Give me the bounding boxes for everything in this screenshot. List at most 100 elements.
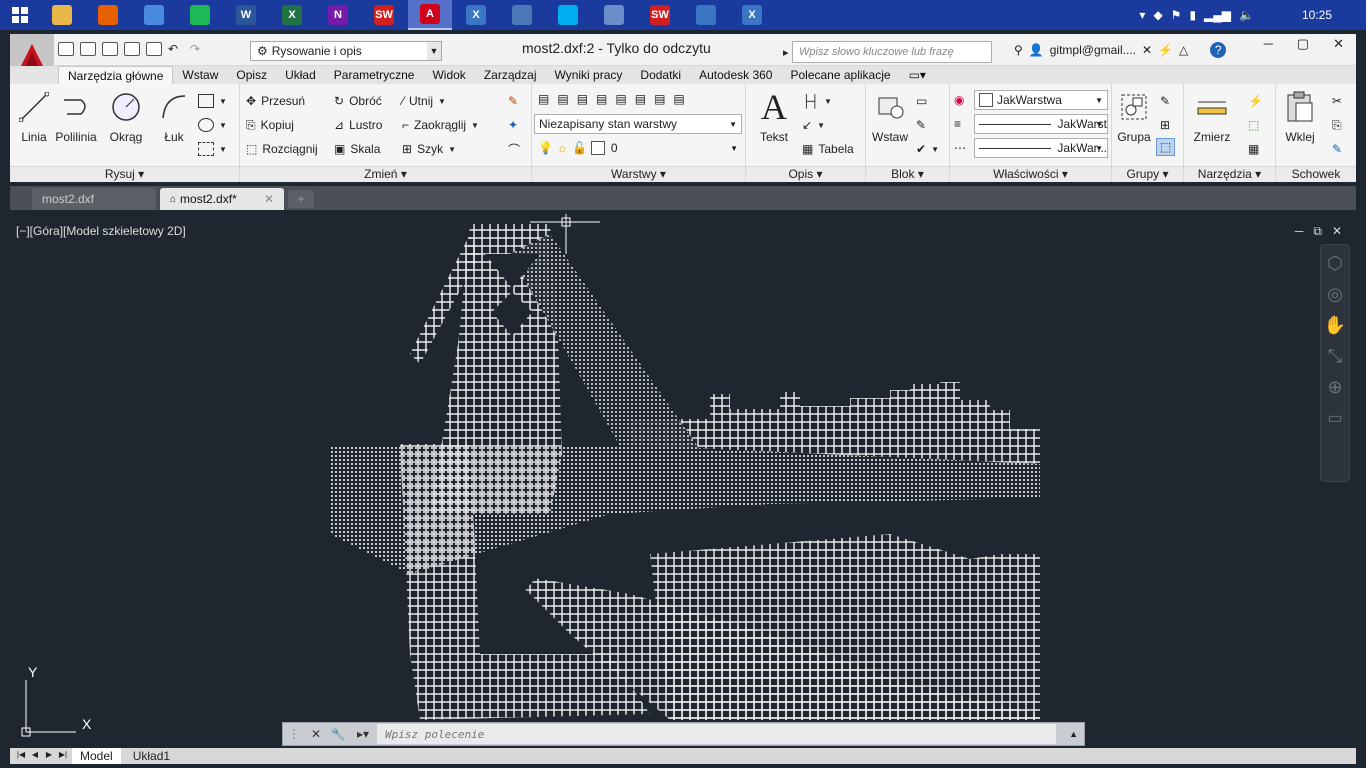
match-prop-tool[interactable]: ✎ xyxy=(1332,140,1342,158)
layer-properties-icon[interactable]: ▤ xyxy=(538,92,549,106)
close-window-button[interactable]: ✕ xyxy=(1333,36,1344,52)
line-tool[interactable]: Linia xyxy=(14,90,54,144)
help-icon[interactable]: ? xyxy=(1210,42,1227,58)
redo-icon[interactable]: ↷ xyxy=(190,42,206,56)
volume-icon[interactable]: 🔈 xyxy=(1239,8,1254,22)
last-layout-icon[interactable]: ▶| xyxy=(58,750,68,762)
new-tab-button[interactable]: + xyxy=(288,190,314,208)
taskbar-app-autocad[interactable]: A xyxy=(408,0,452,30)
tab-layout1[interactable]: Układ1 xyxy=(125,748,178,764)
insert-block-tool[interactable]: Wstaw xyxy=(870,90,910,144)
lineweight-dropdown[interactable]: JakWar... ▼ xyxy=(974,138,1108,158)
layer-state-icon[interactable]: ▤ xyxy=(557,92,568,106)
ribbon-tab-4[interactable]: Parametryczne xyxy=(325,66,424,84)
taskbar-app-firefox[interactable] xyxy=(86,0,130,30)
text-tool[interactable]: A Tekst xyxy=(754,87,794,144)
help-search-input[interactable]: ▸ Wpisz słowo kluczowe lub frazę xyxy=(783,41,992,63)
taskbar-app-solidworks[interactable]: SW xyxy=(362,0,406,30)
taskbar-app-notes[interactable] xyxy=(500,0,544,30)
autodesk-icon[interactable]: △ xyxy=(1179,43,1188,57)
taskbar-app-remote[interactable] xyxy=(684,0,728,30)
layer-previous-icon[interactable]: ▤ xyxy=(673,92,684,106)
layer-freeze-icon[interactable]: ▤ xyxy=(615,92,626,106)
properties-panel-title[interactable]: Właściwości ▾ xyxy=(950,166,1111,182)
taskbar-app-solidworks2[interactable]: SW xyxy=(638,0,682,30)
ribbon-tab-9[interactable]: Autodesk 360 xyxy=(690,66,781,84)
circle-tool[interactable]: Okrąg xyxy=(106,90,146,144)
ribbon-tab-0[interactable]: Narzędzia główne xyxy=(58,66,174,84)
minimize-button[interactable]: ─ xyxy=(1264,36,1273,52)
layer-off-icon[interactable]: ▤ xyxy=(596,92,607,106)
annotation-panel-title[interactable]: Opis ▾ xyxy=(746,166,865,182)
group-tool[interactable]: Grupa xyxy=(1114,90,1154,144)
save-icon[interactable] xyxy=(102,42,118,56)
color-dropdown[interactable]: JakWarstwa ▼ xyxy=(974,90,1108,110)
attribute-tool[interactable]: ✔ ▼ xyxy=(916,140,939,158)
expand-arrow-icon[interactable]: ▸ xyxy=(783,46,789,59)
lineweight-tool[interactable]: ≡ xyxy=(954,115,961,133)
save-as-icon[interactable] xyxy=(124,42,140,56)
command-input[interactable]: Wpisz polecenie xyxy=(377,724,1056,744)
chevron-up-icon[interactable]: ▲ xyxy=(1069,729,1078,739)
print-icon[interactable] xyxy=(146,42,162,56)
ribbon-tab-1[interactable]: Wstaw xyxy=(173,66,227,84)
layer-state-dropdown[interactable]: Niezapisany stan warstwy ▼ xyxy=(534,114,742,134)
scale-tool[interactable]: ▣ Skala xyxy=(334,140,380,158)
taskbar-app-excel[interactable]: X xyxy=(270,0,314,30)
ribbon-tab-7[interactable]: Wyniki pracy xyxy=(546,66,632,84)
steering-wheel-icon[interactable]: ◎ xyxy=(1321,284,1349,305)
orbit-icon[interactable]: ⊕ xyxy=(1321,377,1349,398)
boundary-tool[interactable]: ▼ xyxy=(198,140,227,158)
ribbon-tab-3[interactable]: Układ xyxy=(276,66,325,84)
ribbon-tab-5[interactable]: Widok xyxy=(423,66,474,84)
ribbon-tab-6[interactable]: Zarządzaj xyxy=(475,66,546,84)
showmotion-icon[interactable]: ▭ xyxy=(1321,408,1349,428)
clock[interactable]: 10:25 xyxy=(1302,8,1332,22)
mirror-tool[interactable]: ⊿ Lustro xyxy=(334,116,382,134)
taskbar-app-book[interactable] xyxy=(592,0,636,30)
taskbar-app-app-x1[interactable]: X xyxy=(454,0,498,30)
cut-tool[interactable]: ✂ xyxy=(1332,92,1342,110)
modify-panel-title[interactable]: Zmień ▾ xyxy=(240,166,531,182)
file-tab-most2[interactable]: most2.dxf xyxy=(32,188,156,210)
edit-block-tool[interactable]: ✎ xyxy=(916,116,926,134)
open-file-icon[interactable] xyxy=(80,42,96,56)
prev-layout-icon[interactable]: ◀ xyxy=(30,750,40,762)
taskbar-app-word[interactable]: W xyxy=(224,0,268,30)
offset-tool[interactable]: ⌒ xyxy=(508,140,520,158)
new-file-icon[interactable] xyxy=(58,42,74,56)
file-tab-most2-modified[interactable]: ⌂ most2.dxf* ✕ xyxy=(160,188,284,210)
taskbar-app-spotify[interactable] xyxy=(178,0,222,30)
leader-tool[interactable]: ↙ ▼ xyxy=(802,116,825,134)
next-layout-icon[interactable]: ▶ xyxy=(44,750,54,762)
arc-tool[interactable]: Łuk xyxy=(154,90,194,144)
close-tab-icon[interactable]: ✕ xyxy=(264,192,274,206)
groups-panel-title[interactable]: Grupy ▾ xyxy=(1112,166,1183,182)
drawing-canvas[interactable]: [−][Góra][Model szkieletowy 2D] ─ ⧉ ✕ Y … xyxy=(10,214,1356,746)
block-panel-title[interactable]: Blok ▾ xyxy=(866,166,949,182)
layer-isolate-icon[interactable]: ▤ xyxy=(577,92,588,106)
tab-model[interactable]: Model xyxy=(72,748,121,764)
ribbon-tab-8[interactable]: Dodatki xyxy=(631,66,690,84)
quick-select-tool[interactable]: ⚡ xyxy=(1248,92,1263,110)
layers-panel-title[interactable]: Warstwy ▾ xyxy=(532,166,745,182)
stretch-tool[interactable]: ⬚ Rozciągnij xyxy=(246,140,318,158)
taskbar-app-explorer[interactable] xyxy=(40,0,84,30)
table-tool[interactable]: ▦ Tabela xyxy=(802,140,854,158)
battery-icon[interactable]: ▮ xyxy=(1189,8,1196,22)
hatch-tool[interactable]: ▼ xyxy=(198,116,227,134)
explode-tool[interactable]: ✦ xyxy=(508,116,518,134)
array-tool[interactable]: ⊞ Szyk ▼ xyxy=(402,140,456,158)
dimension-tool[interactable]: ├┤ ▼ xyxy=(802,92,832,110)
chevron-up-icon[interactable]: ▾ xyxy=(1139,8,1145,22)
ungroup-tool[interactable]: ✎ xyxy=(1160,92,1170,110)
user-name[interactable]: gitmpl@gmail.... xyxy=(1050,43,1136,57)
first-layout-icon[interactable]: |◀ xyxy=(16,750,26,762)
calculator-tool[interactable]: ▦ xyxy=(1248,140,1259,158)
flag-icon[interactable]: ⚑ xyxy=(1171,8,1182,22)
group-selection-tool[interactable]: ⬚ xyxy=(1156,138,1176,156)
start-button[interactable] xyxy=(0,0,40,30)
rotate-tool[interactable]: ↻ Obróć xyxy=(334,92,382,110)
polyline-tool[interactable]: Polilinia xyxy=(54,90,98,144)
select-all-tool[interactable]: ⬚ xyxy=(1248,116,1259,134)
